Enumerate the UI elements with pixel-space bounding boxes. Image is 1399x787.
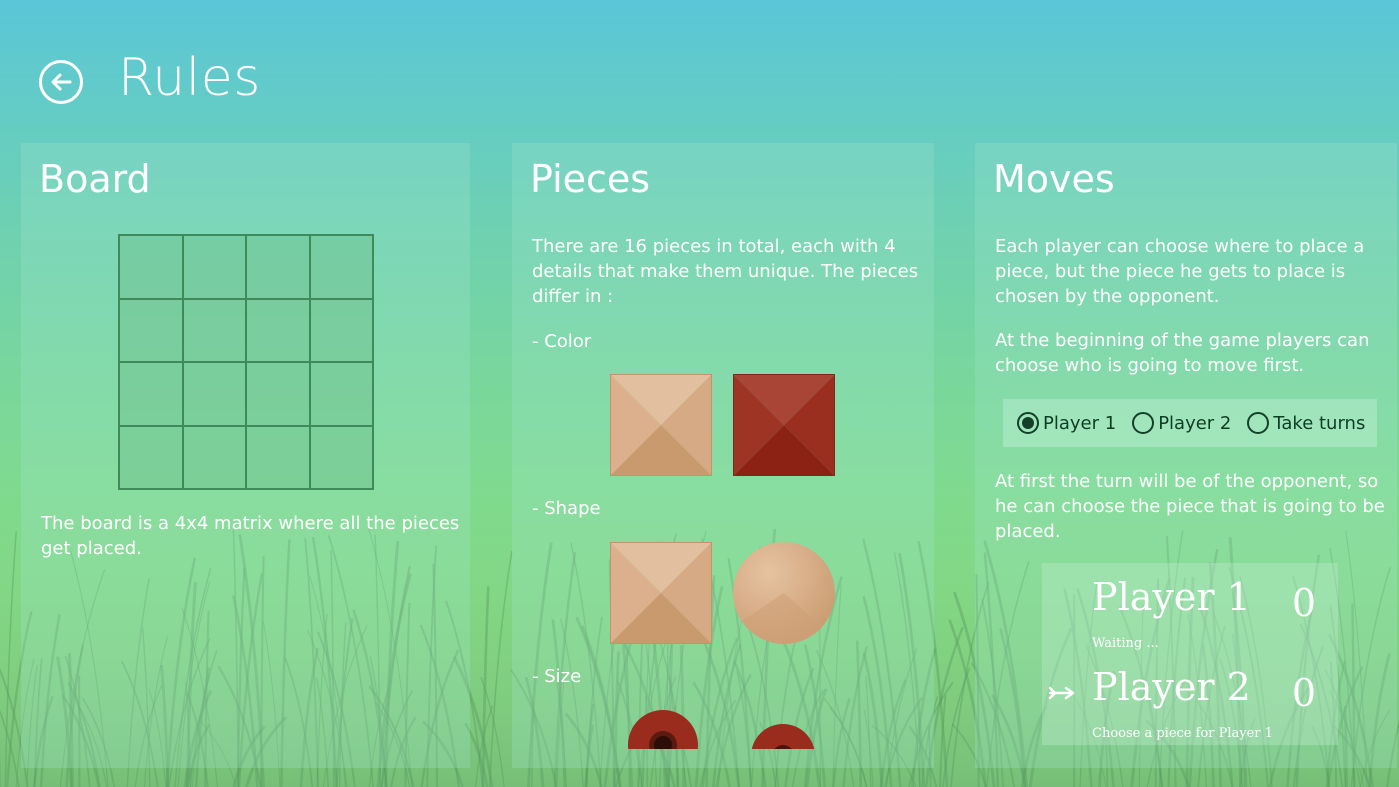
board-cell: [182, 235, 246, 299]
board-cell: [119, 362, 183, 426]
size-label: - Size: [532, 666, 582, 687]
player-2-name: Player 2: [1092, 665, 1251, 709]
shape-label: - Shape: [532, 498, 601, 519]
color-label: - Color: [532, 331, 592, 352]
player-1-score: 0: [1291, 581, 1316, 625]
light-square-piece: [610, 374, 712, 476]
moves-paragraph-2: At the beginning of the game players can…: [995, 330, 1370, 376]
player-1-status: Waiting ...: [1092, 636, 1159, 651]
board-panel: Board The board is a 4x4 matrix where al…: [21, 143, 470, 768]
board-cell: [309, 298, 373, 362]
moves-heading: Moves: [993, 157, 1115, 201]
radio-player-2[interactable]: Player 2: [1132, 412, 1231, 434]
radio-unselected-icon: [1247, 412, 1270, 434]
radio-label: Player 1: [1043, 412, 1117, 434]
board-cell: [309, 425, 373, 489]
dark-square-piece: [733, 374, 835, 476]
square-shape-piece: [610, 542, 712, 644]
small-size-piece: [751, 724, 815, 749]
board-cell: [119, 235, 183, 299]
radio-take-turns[interactable]: Take turns: [1247, 412, 1365, 434]
board-cell: [182, 425, 246, 489]
board-cell: [119, 298, 183, 362]
page-title: Rules: [118, 48, 261, 108]
pieces-heading: Pieces: [530, 157, 651, 201]
radio-label: Take turns: [1273, 412, 1366, 434]
board-cell: [309, 235, 373, 299]
round-shape-piece: [733, 542, 835, 644]
pieces-intro: There are 16 pieces in total, each with …: [532, 236, 919, 307]
board-cell: [182, 298, 246, 362]
board-cell: [309, 362, 373, 426]
player-1-name: Player 1: [1092, 575, 1251, 619]
player-2-score: 0: [1291, 671, 1316, 715]
back-button[interactable]: [39, 60, 83, 104]
arrow-right-icon: [1048, 679, 1076, 707]
board-cell: [119, 425, 183, 489]
large-size-piece: [628, 710, 698, 749]
moves-paragraph-1: Each player can choose where to place a …: [995, 236, 1365, 307]
radio-unselected-icon: [1132, 412, 1155, 434]
moves-panel: Moves Each player can choose where to pl…: [975, 143, 1397, 768]
radio-player-1[interactable]: Player 1: [1017, 412, 1116, 434]
radio-selected-icon: [1017, 412, 1039, 434]
board-grid: [118, 234, 374, 490]
board-cell: [246, 362, 310, 426]
first-move-radio-group: Player 1 Player 2 Take turns: [1003, 399, 1377, 447]
board-cell: [246, 425, 310, 489]
pieces-panel: Pieces There are 16 pieces in total, eac…: [512, 143, 934, 768]
player-2-status: Choose a piece for Player 1: [1092, 726, 1273, 741]
board-cell: [182, 362, 246, 426]
board-description: The board is a 4x4 matrix where all the …: [41, 513, 460, 559]
board-cell: [246, 235, 310, 299]
board-cell: [246, 298, 310, 362]
scoreboard-preview: Player 1 0 Waiting ... Player 2 0 Choose…: [1042, 563, 1338, 745]
radio-label: Player 2: [1158, 412, 1232, 434]
arrow-left-icon: [51, 73, 72, 91]
moves-paragraph-3: At first the turn will be of the opponen…: [995, 471, 1385, 542]
board-heading: Board: [39, 157, 151, 201]
